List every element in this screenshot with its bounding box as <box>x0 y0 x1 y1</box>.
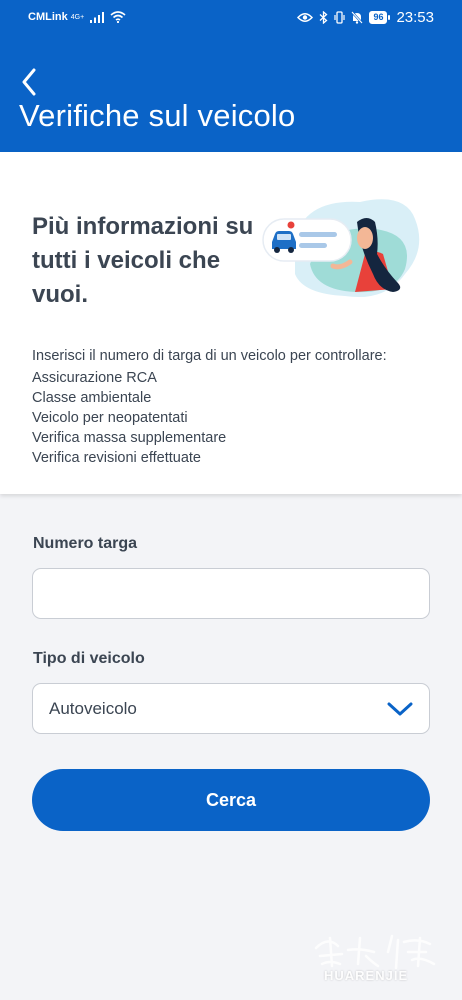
vehicle-type-select[interactable]: Autoveicolo <box>32 683 430 734</box>
feature-item: Assicurazione RCA <box>32 370 157 386</box>
app-header: CMLink 4G+ 96 23:53 Verifiche sul veicol… <box>0 0 462 152</box>
info-headline: Più informazioni su tutti i veicoli che … <box>32 213 254 308</box>
bluetooth-icon <box>319 10 328 24</box>
chevron-down-icon <box>387 702 413 715</box>
vibrate-icon <box>334 10 346 24</box>
wifi-icon <box>110 11 126 23</box>
feature-item: Veicolo per neopatentati <box>32 410 188 426</box>
status-bar: CMLink 4G+ 96 23:53 <box>0 0 462 34</box>
battery-icon: 96 <box>369 10 391 24</box>
feature-item: Verifica massa supplementare <box>32 430 227 446</box>
status-left: CMLink 4G+ <box>28 11 126 23</box>
vehicle-type-value: Autoveicolo <box>49 698 137 718</box>
info-card: Più informazioni su tutti i veicoli che … <box>0 152 462 494</box>
signal-icon <box>90 11 105 23</box>
status-right: 96 23:53 <box>297 9 434 26</box>
plate-label: Numero targa <box>33 535 138 552</box>
back-button[interactable] <box>14 64 44 100</box>
feature-list: Assicurazione RCA Classe ambientale Veic… <box>32 368 226 468</box>
watermark-logo: HUARENJIE <box>308 928 448 990</box>
watermark-text: HUARENJIE <box>324 968 409 983</box>
eye-icon <box>297 12 314 22</box>
plate-number-input[interactable] <box>32 568 430 619</box>
battery-tip <box>388 14 391 20</box>
bell-off-icon <box>351 10 364 24</box>
watermark-calligraphy <box>314 934 436 970</box>
vehicle-check-illustration <box>262 199 420 298</box>
battery-level: 96 <box>369 10 388 24</box>
search-button[interactable]: Cerca <box>32 769 430 831</box>
chevron-left-icon <box>22 68 36 96</box>
clock: 23:53 <box>396 8 434 26</box>
vehicle-type-label: Tipo di veicolo <box>33 650 145 667</box>
info-intro: Inserisci il numero di targa di un veico… <box>32 348 387 364</box>
feature-item: Verifica revisioni effettuate <box>32 450 201 466</box>
network-type: 4G+ <box>70 13 85 21</box>
feature-item: Classe ambientale <box>32 390 152 406</box>
carrier-name: CMLink <box>28 11 68 23</box>
page-title: Verifiche sul veicolo <box>19 98 296 133</box>
